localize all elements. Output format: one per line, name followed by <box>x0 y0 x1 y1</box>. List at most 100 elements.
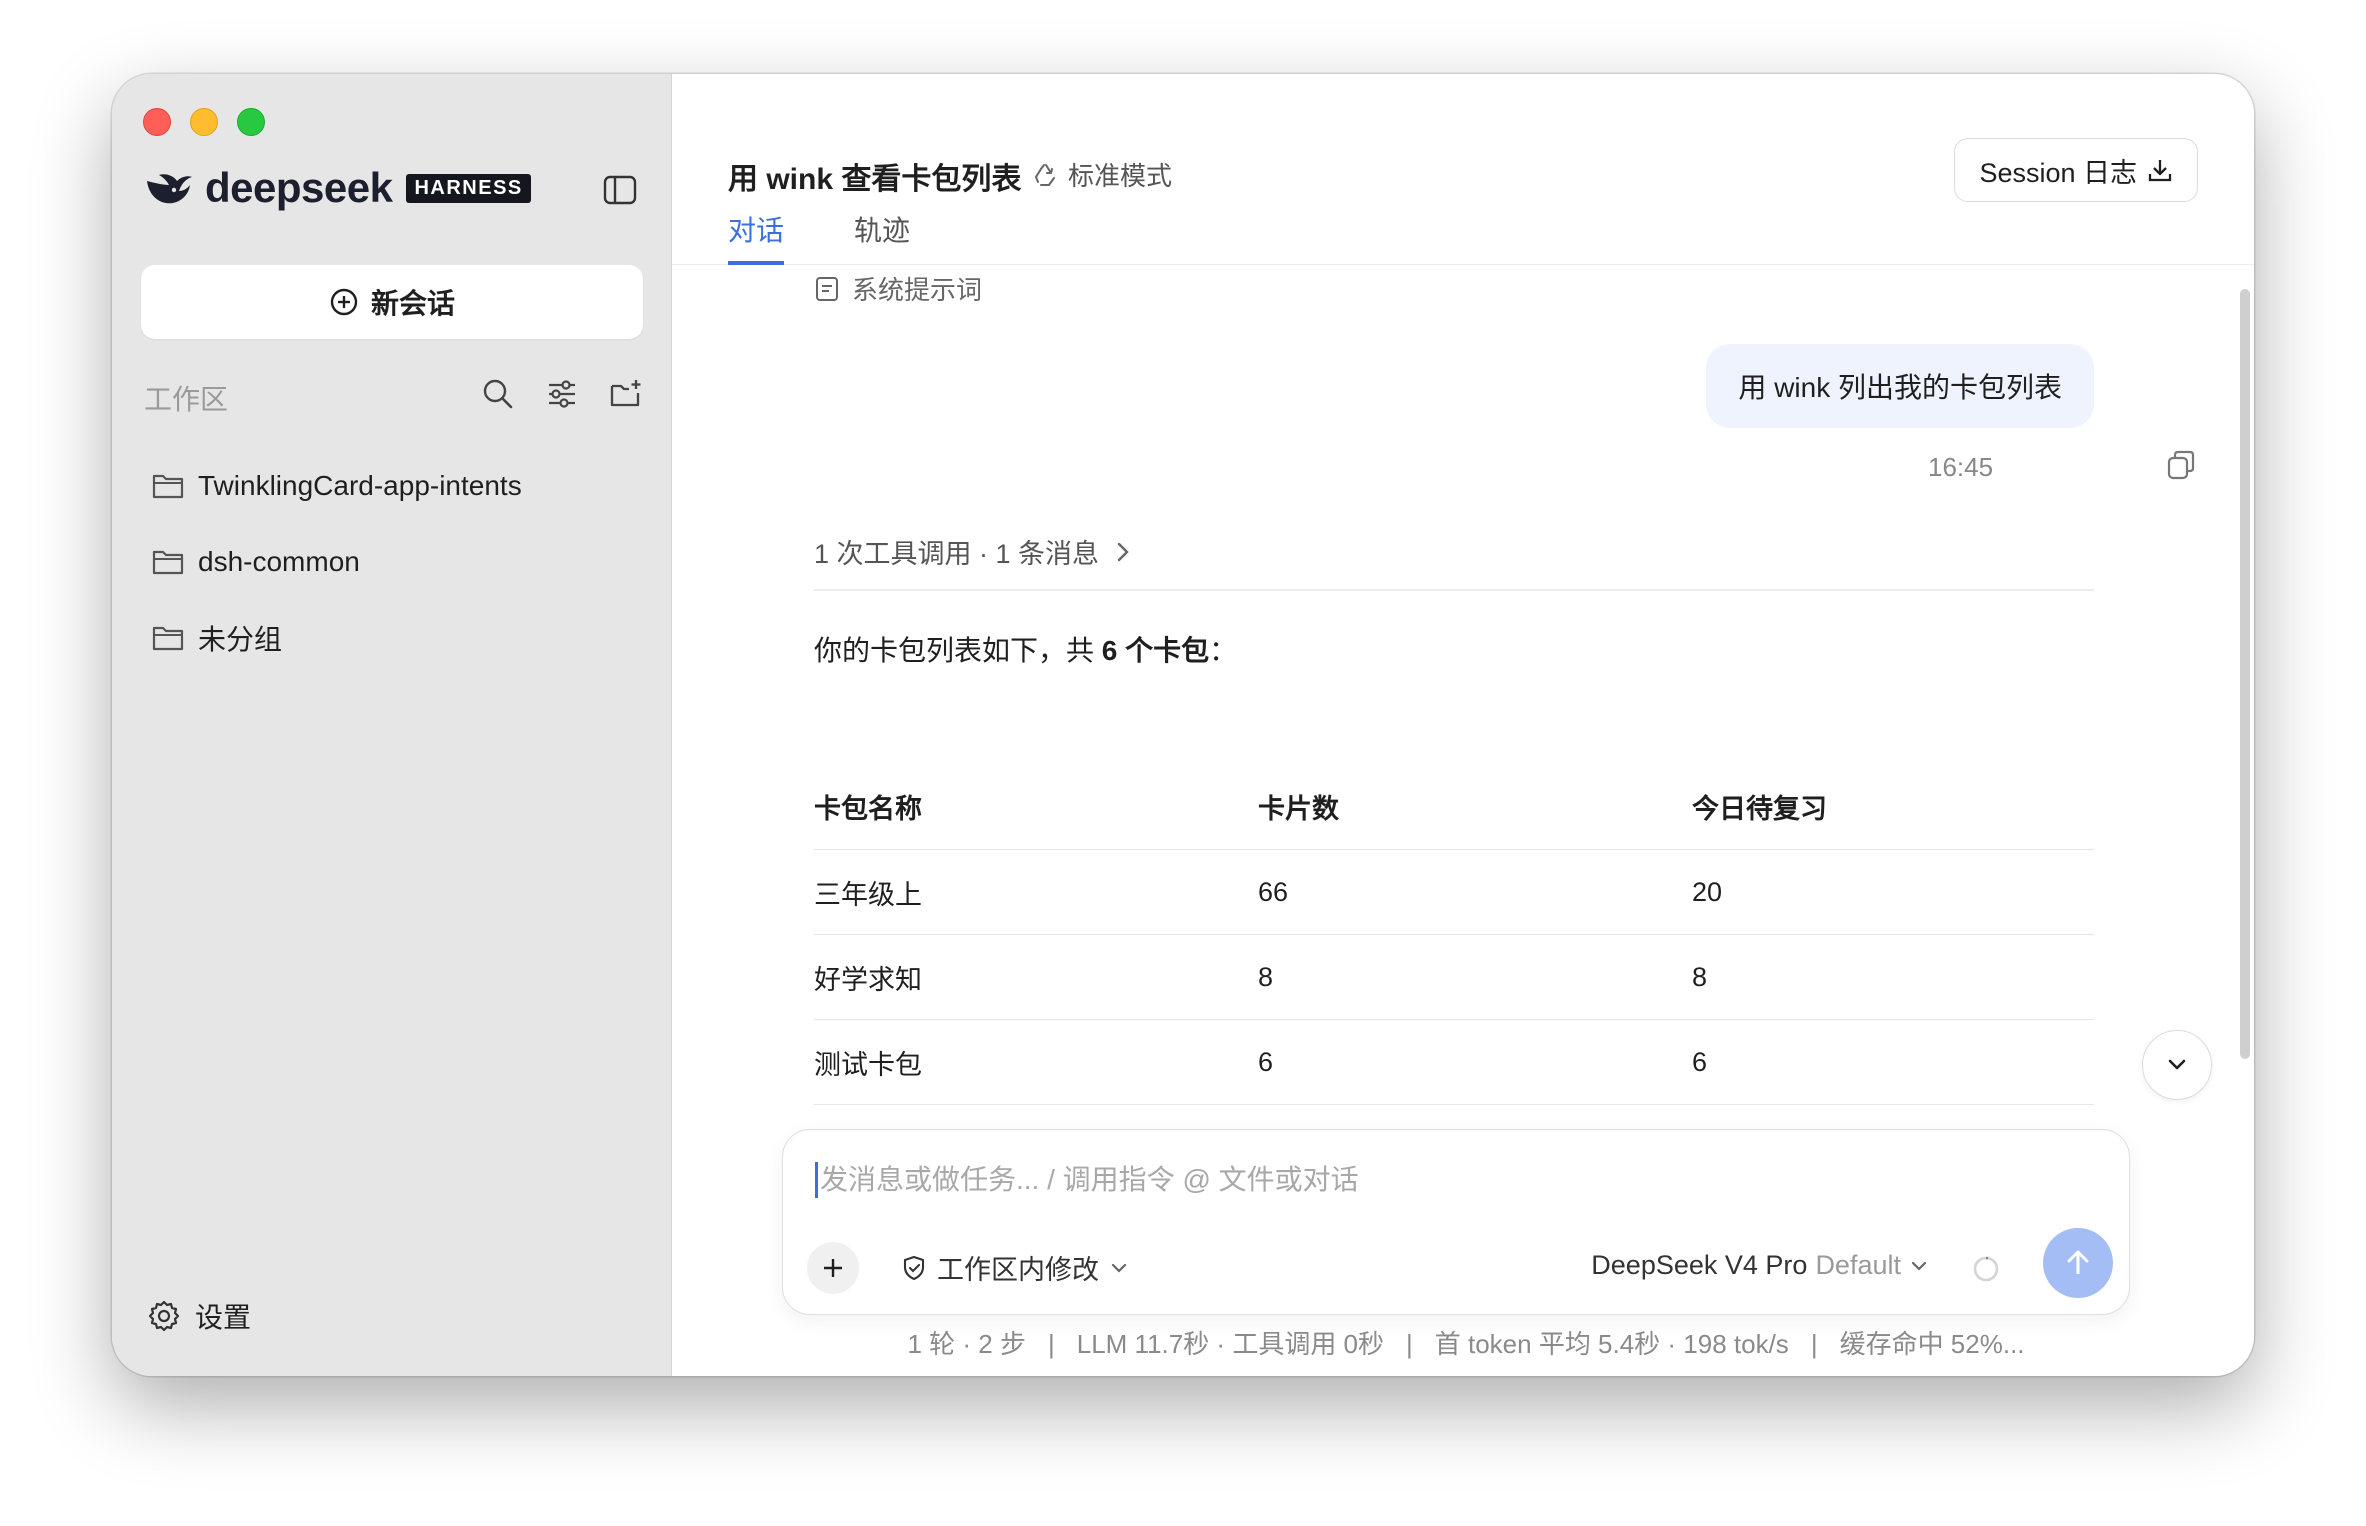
filter-sliders-icon[interactable] <box>544 376 580 412</box>
chevron-down-icon <box>1911 1261 1927 1271</box>
workspace-item-label: 未分组 <box>198 624 283 655</box>
download-icon <box>2148 160 2172 182</box>
model-selector[interactable]: DeepSeek V4 Pro Default <box>1591 1250 1929 1281</box>
stats-cache: 缓存命中 52%... <box>1839 1329 2025 1359</box>
edit-scope-dropdown[interactable]: 工作区内修改 <box>901 1248 1129 1287</box>
workspace-item[interactable]: 未分组 <box>152 600 632 676</box>
mode-label: 标准模式 <box>1068 161 1173 191</box>
conversation-tabs: 对话 轨迹 <box>728 209 910 265</box>
stats-first-token: 首 token 平均 5.4秒 · 198 tok/s <box>1434 1329 1789 1359</box>
table-row: 三年级上 66 20 <box>814 850 2094 935</box>
message-composer: 发消息或做任务... / 调用指令 @ 文件或对话 工作区内修改 DeepSee <box>782 1129 2130 1315</box>
minimize-window-button[interactable] <box>190 108 218 136</box>
message-timestamp: 16:45 <box>1928 452 1994 482</box>
edit-scope-label: 工作区内修改 <box>937 1255 1099 1285</box>
tab-trajectory[interactable]: 轨迹 <box>854 209 910 265</box>
main-panel: 用 wink 查看卡包列表 标准模式 对话 轨迹 Session 日志 系统提示… <box>672 74 2254 1376</box>
session-log-label: Session 日志 <box>1979 157 2137 188</box>
new-chat-label: 新会话 <box>370 288 455 319</box>
workspace-header: 工作区 <box>144 376 644 416</box>
scroll-to-bottom-button[interactable] <box>2142 1030 2212 1100</box>
recycle-icon <box>1034 163 1055 186</box>
close-window-button[interactable] <box>143 108 171 136</box>
table-cell: 三年级上 <box>814 879 922 910</box>
send-button[interactable] <box>2043 1228 2113 1298</box>
message-input[interactable]: 发消息或做任务... / 调用指令 @ 文件或对话 <box>815 1162 1359 1198</box>
table-cell: 66 <box>1258 876 1289 907</box>
plus-circle-icon <box>330 288 358 316</box>
arrow-up-icon <box>2067 1250 2089 1274</box>
mode-indicator[interactable]: 标准模式 <box>1032 156 1172 193</box>
workspace-label: 工作区 <box>144 384 229 415</box>
stats-separator: | <box>1810 1329 1818 1359</box>
gear-icon <box>148 1300 180 1332</box>
model-name: DeepSeek V4 Pro <box>1591 1250 1808 1280</box>
table-cell: 8 <box>1692 961 1708 992</box>
answer-intro-prefix: 你的卡包列表如下，共 <box>814 635 1102 666</box>
tab-conversation[interactable]: 对话 <box>728 209 785 265</box>
column-header: 卡片数 <box>1258 794 1339 824</box>
table-cell: 6 <box>1258 1046 1274 1077</box>
folder-icon <box>152 550 184 575</box>
model-variant: Default <box>1815 1250 1901 1280</box>
chevron-right-icon <box>1117 542 1129 561</box>
answer-intro-suffix: ： <box>1209 635 1238 666</box>
assistant-answer-intro: 你的卡包列表如下，共 6 个卡包： <box>814 629 1237 669</box>
workspace-item[interactable]: dsh-common <box>152 524 632 600</box>
folder-icon <box>152 474 184 499</box>
deepseek-whale-icon <box>147 174 192 204</box>
table-cell: 6 <box>1692 1046 1708 1077</box>
brand-name: deepseek <box>205 164 393 211</box>
folder-icon <box>152 626 184 651</box>
card-deck-table: 卡包名称 卡片数 今日待复习 三年级上 66 20 好学求知 8 8 测试卡包 … <box>814 764 2094 1190</box>
conversation-title: 用 wink 查看卡包列表 <box>728 163 1022 196</box>
sidebar: deepseek HARNESS 新会话 工作区 TwinklingCard-a… <box>112 74 672 1376</box>
stats-turns: 1 轮 · 2 步 <box>907 1329 1026 1359</box>
shield-check-icon <box>903 1255 925 1280</box>
document-icon <box>816 276 838 301</box>
chevron-down-icon <box>1111 1263 1127 1273</box>
stats-llm: LLM 11.7秒 · 工具调用 0秒 <box>1076 1329 1384 1359</box>
context-usage-icon[interactable] <box>1971 1254 2001 1284</box>
system-prompt-label: 系统提示词 <box>852 275 983 305</box>
stats-separator: | <box>1406 1329 1413 1359</box>
chevron-down-icon <box>2168 1059 2186 1070</box>
conversation-header: 用 wink 查看卡包列表 标准模式 对话 轨迹 Session 日志 <box>672 74 2254 265</box>
settings-label: 设置 <box>195 1302 252 1333</box>
workspace-item-label: dsh-common <box>198 546 360 577</box>
tool-summary-label: 1 次工具调用 · 1 条消息 <box>814 539 1100 569</box>
scrollbar-thumb[interactable] <box>2240 289 2250 1059</box>
table-cell: 20 <box>1692 876 1723 907</box>
copy-icon[interactable] <box>2164 448 2198 482</box>
answer-intro-bold: 6 个卡包 <box>1101 635 1210 666</box>
conversation-scrollbar[interactable] <box>2238 289 2254 1059</box>
search-icon[interactable] <box>480 376 516 412</box>
column-header: 今日待复习 <box>1692 794 1827 824</box>
new-folder-icon[interactable] <box>608 376 644 412</box>
workspace-list: TwinklingCard-app-intents dsh-common 未分组 <box>152 448 632 676</box>
new-chat-button[interactable]: 新会话 <box>141 265 643 339</box>
table-cell: 好学求知 <box>814 964 922 995</box>
divider <box>814 589 2094 591</box>
attach-button[interactable] <box>807 1242 859 1294</box>
workspace-item[interactable]: TwinklingCard-app-intents <box>152 448 632 524</box>
workspace-item-label: TwinklingCard-app-intents <box>198 470 522 501</box>
table-row: 测试卡包 6 6 <box>814 1020 2094 1105</box>
table-header-row: 卡包名称 卡片数 今日待复习 <box>814 764 2094 850</box>
plus-icon <box>824 1259 842 1277</box>
brand-badge: HARNESS <box>406 173 531 203</box>
table-cell: 测试卡包 <box>814 1049 922 1080</box>
user-message-bubble: 用 wink 列出我的卡包列表 <box>1706 344 2094 428</box>
sidebar-toggle-icon[interactable] <box>602 172 638 208</box>
table-cell: 8 <box>1258 961 1274 992</box>
session-log-button[interactable]: Session 日志 <box>1954 138 2198 202</box>
zoom-window-button[interactable] <box>237 108 265 136</box>
settings-button[interactable]: 设置 <box>147 1296 251 1336</box>
table-row: 好学求知 8 8 <box>814 935 2094 1020</box>
column-header: 卡包名称 <box>814 794 922 824</box>
system-prompt-toggle[interactable]: 系统提示词 <box>814 270 982 307</box>
window-controls <box>143 108 265 136</box>
session-stats: 1 轮 · 2 步 | LLM 11.7秒 · 工具调用 0秒 | 首 token 平均… <box>672 1324 2254 1361</box>
tool-call-summary[interactable]: 1 次工具调用 · 1 条消息 <box>814 532 1133 571</box>
brand: deepseek HARNESS <box>143 164 531 212</box>
